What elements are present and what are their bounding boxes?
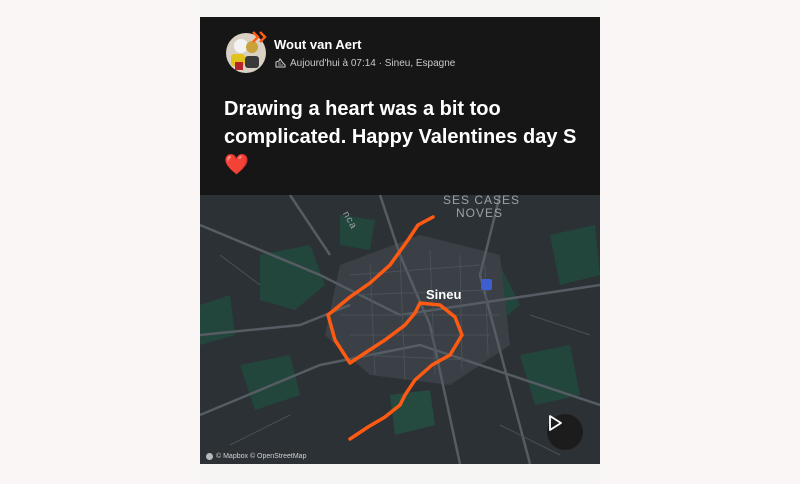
avatar[interactable] bbox=[225, 31, 267, 74]
play-button[interactable] bbox=[547, 414, 583, 450]
post-text: Drawing a heart was a bit too complicate… bbox=[224, 95, 584, 179]
chevrons-icon bbox=[252, 31, 267, 43]
attribution-text: © Mapbox © OpenStreetMap bbox=[216, 453, 307, 460]
author-name[interactable]: Wout van Aert bbox=[274, 37, 361, 52]
activity-meta: Aujourd'hui à 07:14 · Sineu, Espagne bbox=[274, 57, 455, 69]
poi-icon bbox=[481, 279, 492, 290]
meta-text: Aujourd'hui à 07:14 · Sineu, Espagne bbox=[290, 57, 456, 69]
page-background-left bbox=[0, 0, 200, 484]
shoe-icon bbox=[275, 58, 286, 68]
activity-card[interactable]: Wout van Aert Aujourd'hui à 07:14 · Sine… bbox=[200, 17, 600, 464]
map-attribution[interactable]: © Mapbox © OpenStreetMap bbox=[206, 453, 306, 460]
play-icon bbox=[549, 415, 562, 431]
map-canvas bbox=[200, 195, 600, 464]
heart-emoji: ❤️ bbox=[224, 154, 249, 176]
area-label-line2: NOVES bbox=[456, 206, 504, 220]
mapbox-logo-icon bbox=[206, 453, 213, 460]
town-label: Sineu bbox=[426, 287, 462, 302]
route-map[interactable]: SES CASES NOVES nca Sineu © Mapbox © Ope… bbox=[200, 193, 600, 464]
post-body: Drawing a heart was a bit too complicate… bbox=[224, 98, 577, 148]
page-background-right bbox=[600, 0, 800, 484]
area-label-line1: SES CASES bbox=[443, 193, 521, 207]
